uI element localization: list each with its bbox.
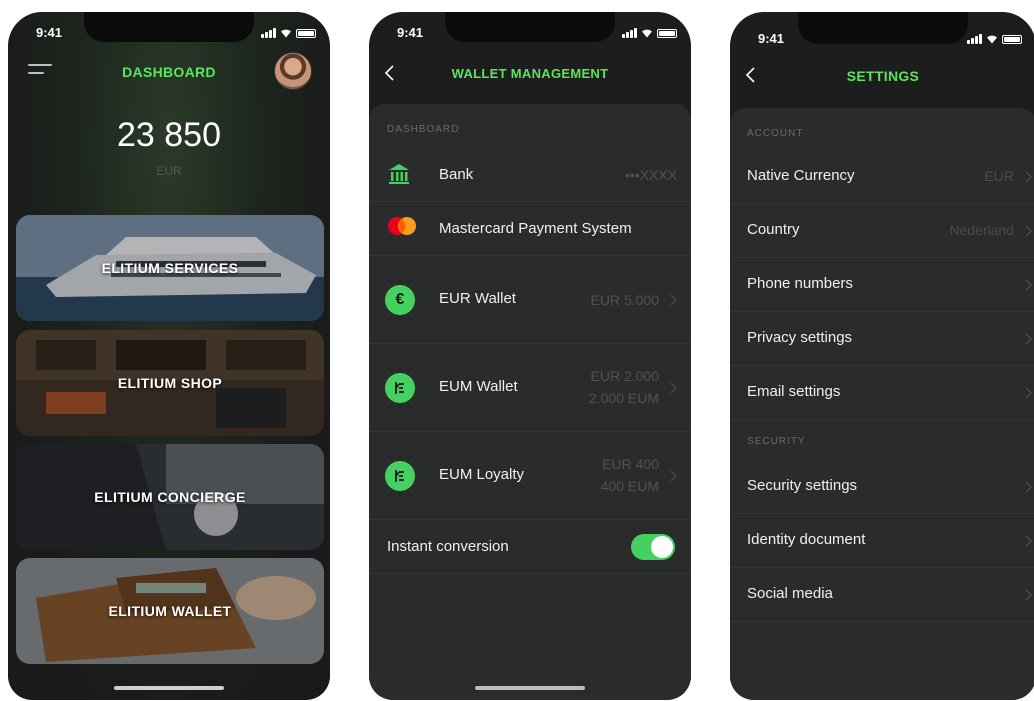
battery-icon	[296, 29, 316, 38]
card-elitium-wallet[interactable]: ELITIUM WALLET	[16, 558, 324, 664]
eum-loyalty-label: EUM Loyalty	[439, 466, 525, 483]
wifi-icon	[642, 29, 652, 38]
settings-item-privacy[interactable]: Privacy settings	[730, 312, 1034, 366]
signal-icon	[622, 28, 637, 38]
settings-item-phone-numbers[interactable]: Phone numbers	[730, 258, 1034, 312]
chevron-right-icon	[1025, 387, 1032, 399]
mastercard-label: Mastercard Payment System	[439, 220, 632, 237]
avatar[interactable]	[274, 52, 312, 90]
status-time: 9:41	[36, 25, 63, 40]
settings-item-label: Native Currency	[747, 167, 855, 184]
instant-conversion-toggle[interactable]	[631, 534, 675, 560]
eum-coin-icon	[385, 461, 415, 491]
eum-loyalty-eum-value: 400 EUM	[600, 478, 659, 494]
settings-item-label: Email settings	[747, 383, 841, 400]
settings-item-native-currency[interactable]: Native Currency EUR	[730, 150, 1034, 204]
balance-currency: EUR	[156, 164, 182, 178]
mastercard-logo-icon	[388, 217, 416, 235]
notch	[84, 12, 254, 42]
system-icons	[261, 28, 316, 38]
eur-wallet-label: EUR Wallet	[439, 290, 516, 307]
eum-coin-icon	[385, 373, 415, 403]
list-item-eum-loyalty[interactable]: EUM Loyalty EUR 400 400 EUM	[369, 432, 691, 520]
dashboard-screen: 9:41 DASHBOARD 23 850 EUR ELITIUM SERVIC…	[8, 12, 330, 700]
home-indicator	[114, 686, 224, 690]
chevron-right-icon	[670, 382, 677, 394]
battery-icon	[1002, 35, 1022, 44]
section-header-security: SECURITY	[747, 436, 806, 447]
chevron-right-icon	[670, 470, 677, 482]
chevron-right-icon	[1025, 481, 1032, 493]
chevron-right-icon	[1025, 589, 1032, 601]
wallet-list: DASHBOARD Bank •••XXXX Mastercard Paymen…	[369, 104, 691, 700]
chevron-right-icon	[1025, 535, 1032, 547]
chevron-right-icon	[1025, 225, 1032, 237]
settings-item-label: Phone numbers	[747, 275, 853, 292]
card-label: ELITIUM WALLET	[108, 603, 232, 619]
bank-account-masked: •••XXXX	[624, 167, 677, 183]
status-bar: 9:41	[369, 12, 691, 46]
wifi-icon	[987, 35, 997, 44]
settings-item-identity-document[interactable]: Identity document	[730, 514, 1034, 568]
eum-wallet-eur-value: EUR 2.000	[590, 368, 659, 384]
status-bar: 9:41	[8, 12, 330, 46]
eum-wallet-eum-value: 2.000 EUM	[588, 390, 659, 406]
eur-wallet-balance: EUR 5.000	[590, 292, 659, 308]
system-icons	[967, 34, 1022, 44]
status-bar: 9:41	[730, 12, 1034, 52]
list-item-eur-wallet[interactable]: € EUR Wallet EUR 5.000	[369, 256, 691, 344]
list-item-bank[interactable]: Bank •••XXXX	[369, 148, 691, 202]
settings-screen: 9:41 SETTINGS ACCOUNT Native Currency EU…	[730, 12, 1034, 700]
bank-icon	[389, 164, 409, 184]
settings-item-value: Nederland	[949, 222, 1014, 238]
settings-item-label: Privacy settings	[747, 329, 853, 346]
eum-wallet-balance: EUR 2.000 2.000 EUM	[589, 365, 659, 409]
settings-list: ACCOUNT Native Currency EUR Country Nede…	[730, 108, 1034, 700]
eum-wallet-label: EUM Wallet	[439, 378, 518, 395]
card-label: ELITIUM SERVICES	[101, 260, 239, 276]
status-time: 9:41	[758, 31, 785, 46]
battery-icon	[657, 29, 677, 38]
settings-item-label: Identity document	[747, 531, 866, 548]
settings-item-value: EUR	[984, 168, 1014, 184]
list-item-mastercard[interactable]: Mastercard Payment System	[369, 202, 691, 256]
bank-label: Bank	[439, 166, 474, 183]
settings-item-label: Security settings	[747, 477, 858, 494]
balance-amount: 23 850	[117, 116, 221, 154]
settings-item-country[interactable]: Country Nederland	[730, 204, 1034, 258]
system-icons	[622, 28, 677, 38]
home-indicator	[475, 686, 585, 690]
section-header: DASHBOARD	[387, 124, 460, 135]
card-elitium-concierge[interactable]: ELITIUM CONCIERGE	[16, 444, 324, 550]
settings-item-label: Country	[747, 221, 800, 238]
page-title: WALLET MANAGEMENT	[451, 66, 609, 81]
signal-icon	[967, 34, 982, 44]
page-title: SETTINGS	[846, 68, 920, 84]
card-elitium-shop[interactable]: ELITIUM SHOP	[16, 330, 324, 436]
list-item-eum-wallet[interactable]: EUM Wallet EUR 2.000 2.000 EUM	[369, 344, 691, 432]
wallet-management-screen: 9:41 WALLET MANAGEMENT DASHBOARD Bank ••…	[369, 12, 691, 700]
wifi-icon	[281, 29, 291, 38]
notch	[445, 12, 615, 42]
euro-coin-icon: €	[385, 285, 415, 315]
instant-conversion-label: Instant conversion	[387, 538, 509, 555]
list-item-instant-conversion: Instant conversion	[369, 520, 691, 574]
eum-loyalty-balance: EUR 400 400 EUM	[601, 453, 659, 497]
settings-item-social-media[interactable]: Social media	[730, 568, 1034, 622]
notch	[798, 12, 968, 44]
status-time: 9:41	[397, 25, 424, 40]
section-header-account: ACCOUNT	[747, 128, 804, 139]
chevron-right-icon	[1025, 279, 1032, 291]
chevron-right-icon	[670, 294, 677, 306]
card-elitium-services[interactable]: ELITIUM SERVICES	[16, 215, 324, 321]
settings-item-label: Social media	[747, 585, 833, 602]
chevron-right-icon	[1025, 333, 1032, 345]
signal-icon	[261, 28, 276, 38]
eum-loyalty-eur-value: EUR 400	[602, 456, 659, 472]
chevron-right-icon	[1025, 171, 1032, 183]
settings-item-email[interactable]: Email settings	[730, 366, 1034, 420]
card-label: ELITIUM CONCIERGE	[94, 489, 246, 505]
settings-item-security[interactable]: Security settings	[730, 460, 1034, 514]
card-label: ELITIUM SHOP	[117, 375, 223, 391]
